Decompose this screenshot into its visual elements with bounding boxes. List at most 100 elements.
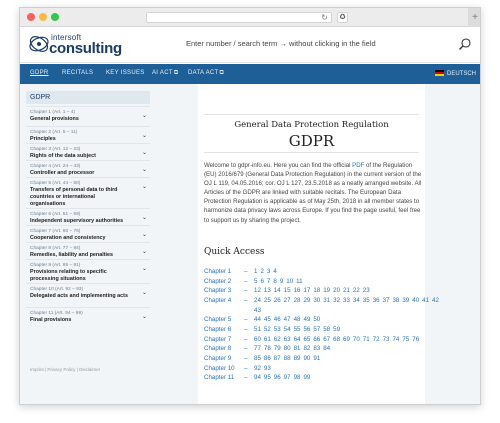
article-link[interactable]: 53 [274,326,281,333]
article-link[interactable]: 89 [294,355,301,362]
sidebar-chapter-item[interactable]: Chapter 7 (Art. 60 – 76) Cooperation and … [26,225,150,241]
maximize-window-button[interactable] [51,13,59,21]
article-link[interactable]: 19 [323,287,330,294]
article-link[interactable]: 37 [383,297,390,304]
logo[interactable]: intersoft consulting [28,31,128,59]
nav-item-recitals[interactable]: RECITALS [62,70,93,76]
article-link[interactable]: 90 [303,355,310,362]
article-link[interactable]: 32 [333,297,340,304]
article-link[interactable]: 67 [323,336,330,343]
sidebar-chapter-item[interactable]: Chapter 3 (Art. 12 – 23) Rights of the da… [26,143,150,159]
address-bar[interactable]: ↻ [146,12,332,23]
nav-item-key-issues[interactable]: KEY ISSUES [106,70,145,76]
nav-item-data-act[interactable]: DATA ACT⧉ [188,70,224,77]
article-link[interactable]: 43 [254,307,261,314]
article-link[interactable]: 24 [254,297,261,304]
chevron-down-icon[interactable]: ⌄ [142,132,147,139]
article-link[interactable]: 29 [303,297,310,304]
article-link[interactable]: 26 [274,297,281,304]
chevron-down-icon[interactable]: ⌄ [142,149,147,156]
article-link[interactable]: 96 [274,374,281,381]
article-link[interactable]: 44 [254,316,261,323]
article-link[interactable]: 13 [264,287,271,294]
article-link[interactable]: 1 [254,268,257,275]
quick-access-chapter-link[interactable]: Chapter 9 [204,354,244,364]
sidebar-chapter-item[interactable]: Chapter 10 (Art. 92 – 93) Delegated acts … [26,283,150,305]
new-tab-button[interactable]: + [468,8,480,27]
article-link[interactable]: 5 [254,278,257,285]
article-link[interactable]: 46 [274,316,281,323]
article-link[interactable]: 91 [313,355,320,362]
article-link[interactable]: 57 [313,326,320,333]
language-switch[interactable]: DEUTSCH [434,70,476,77]
article-link[interactable]: 78 [264,345,271,352]
article-link[interactable]: 17 [303,287,310,294]
chevron-down-icon[interactable]: ⌄ [142,166,147,173]
article-link[interactable]: 50 [313,316,320,323]
sidebar-chapter-item[interactable]: Chapter 8 (Art. 77 – 84) Remedies, liabil… [26,242,150,258]
article-link[interactable]: 45 [264,316,271,323]
article-link[interactable]: 94 [254,374,261,381]
article-link[interactable]: 63 [284,336,291,343]
chevron-down-icon[interactable]: ⌄ [142,248,147,255]
article-link[interactable]: 68 [333,336,340,343]
article-link[interactable]: 75 [402,336,409,343]
article-link[interactable]: 65 [303,336,310,343]
sidebar-footer-links[interactable]: Imprint | Privacy Policy | Disclaimer [30,367,100,372]
article-link[interactable]: 86 [264,355,271,362]
article-link[interactable]: 99 [303,374,310,381]
article-link[interactable]: 56 [303,326,310,333]
quick-access-chapter-link[interactable]: Chapter 7 [204,335,244,345]
article-link[interactable]: 79 [274,345,281,352]
article-link[interactable]: 62 [274,336,281,343]
article-link[interactable]: 72 [373,336,380,343]
article-link[interactable]: 54 [284,326,291,333]
chevron-down-icon[interactable]: ⌄ [142,289,147,296]
article-link[interactable]: 18 [313,287,320,294]
reload-icon[interactable]: ↻ [321,11,328,25]
sidebar-chapter-item[interactable]: Chapter 5 (Art. 44 – 50) Transfers of per… [26,177,150,207]
search-field[interactable]: Enter number / search term → without cli… [182,38,474,53]
article-link[interactable]: 74 [392,336,399,343]
chevron-down-icon[interactable]: ⌄ [142,214,147,221]
article-link[interactable]: 64 [294,336,301,343]
sidebar-chapter-item[interactable]: Chapter 6 (Art. 51 – 59) Independent supe… [26,208,150,224]
article-link[interactable]: 51 [254,326,261,333]
quick-access-chapter-link[interactable]: Chapter 8 [204,344,244,354]
article-link[interactable]: 20 [333,287,340,294]
article-link[interactable]: 35 [363,297,370,304]
close-window-button[interactable] [27,13,35,21]
article-link[interactable]: 31 [323,297,330,304]
article-link[interactable]: 61 [264,336,271,343]
article-link[interactable]: 59 [333,326,340,333]
article-link[interactable]: 71 [363,336,370,343]
article-link[interactable]: 88 [284,355,291,362]
article-link[interactable]: 48 [294,316,301,323]
article-link[interactable]: 8 [273,278,276,285]
chevron-down-icon[interactable]: ⌄ [142,231,147,238]
article-link[interactable]: 4 [273,268,276,275]
article-link[interactable]: 87 [274,355,281,362]
chevron-down-icon[interactable]: ⌄ [142,313,147,320]
article-link[interactable]: 52 [264,326,271,333]
quick-access-chapter-link[interactable]: Chapter 5 [204,315,244,325]
article-link[interactable]: 10 [286,278,293,285]
quick-access-chapter-link[interactable]: Chapter 2 [204,277,244,287]
article-link[interactable]: 41 [422,297,429,304]
article-link[interactable]: 39 [402,297,409,304]
article-link[interactable]: 80 [284,345,291,352]
article-link[interactable]: 69 [343,336,350,343]
article-link[interactable]: 36 [373,297,380,304]
article-link[interactable]: 16 [294,287,301,294]
pdf-link[interactable]: PDF [352,162,364,169]
sidebar-chapter-item[interactable]: Chapter 9 (Art. 85 – 91) Provisions relat… [26,259,150,282]
article-link[interactable]: 58 [323,326,330,333]
article-link[interactable]: 40 [412,297,419,304]
article-link[interactable]: 2 [260,268,263,275]
article-link[interactable]: 95 [264,374,271,381]
article-link[interactable]: 49 [303,316,310,323]
sidebar-chapter-item[interactable]: Chapter 1 (Art. 1 – 4) General provisions… [26,106,150,124]
quick-access-chapter-link[interactable]: Chapter 6 [204,325,244,335]
minimize-window-button[interactable] [39,13,47,21]
article-link[interactable]: 9 [280,278,283,285]
